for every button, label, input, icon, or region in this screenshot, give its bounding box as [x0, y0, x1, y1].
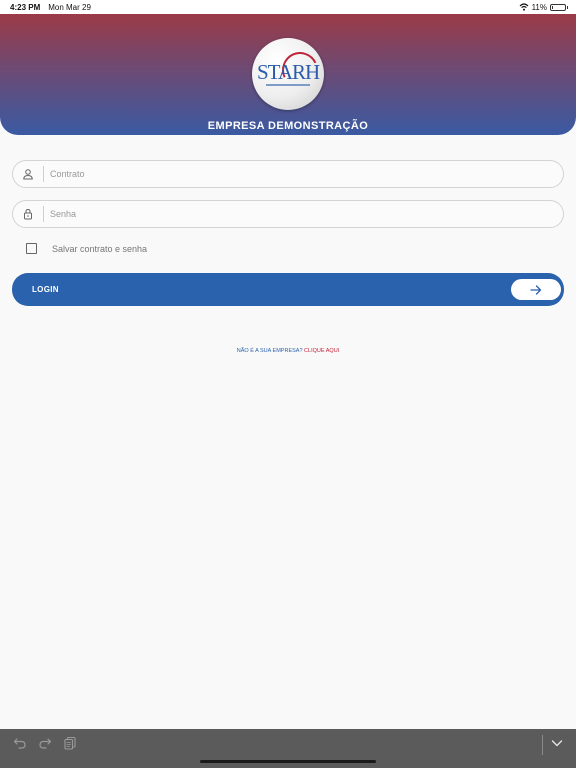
redo-icon[interactable] — [38, 736, 52, 750]
password-input[interactable] — [44, 201, 544, 227]
home-indicator[interactable] — [200, 760, 376, 763]
contract-field[interactable] — [12, 160, 564, 188]
arrow-right-icon — [530, 284, 542, 295]
undo-icon[interactable] — [13, 736, 27, 750]
wifi-icon — [519, 3, 529, 11]
paste-icon[interactable] — [63, 736, 77, 750]
status-bar: 4:23 PM Mon Mar 29 11% — [0, 0, 576, 14]
header: STARH EMPRESA DEMONSTRAÇÃO — [0, 14, 576, 135]
logo-underline — [266, 84, 310, 86]
status-time: 4:23 PM — [10, 2, 41, 12]
login-arrow-button[interactable] — [511, 279, 561, 300]
company-name: EMPRESA DEMONSTRAÇÃO — [207, 120, 369, 132]
logo-text: STARH — [257, 60, 320, 84]
battery-percent: 11% — [531, 2, 547, 12]
password-field[interactable] — [12, 200, 564, 228]
status-date: Mon Mar 29 — [48, 2, 91, 12]
other-company-prompt: NÃO É A SUA EMPRESA? CLIQUE AQUI — [0, 348, 576, 354]
remember-checkbox[interactable] — [26, 243, 37, 254]
lock-icon — [13, 208, 43, 220]
company-logo: STARH — [252, 38, 324, 110]
battery-icon — [550, 3, 568, 11]
user-icon — [13, 168, 43, 180]
toolbar-divider — [542, 735, 543, 755]
other-company-question: NÃO É A SUA EMPRESA? — [236, 348, 303, 354]
login-button[interactable]: LOGIN — [12, 273, 564, 306]
dismiss-keyboard-icon[interactable] — [550, 736, 564, 750]
contract-input[interactable] — [44, 161, 544, 187]
click-here-link[interactable]: CLIQUE AQUI — [304, 348, 339, 354]
keyboard-toolbar — [0, 729, 576, 768]
remember-row[interactable]: Salvar contrato e senha — [26, 243, 147, 254]
login-label: LOGIN — [32, 285, 59, 294]
status-indicators: 11% — [519, 2, 568, 12]
remember-label: Salvar contrato e senha — [52, 243, 148, 254]
